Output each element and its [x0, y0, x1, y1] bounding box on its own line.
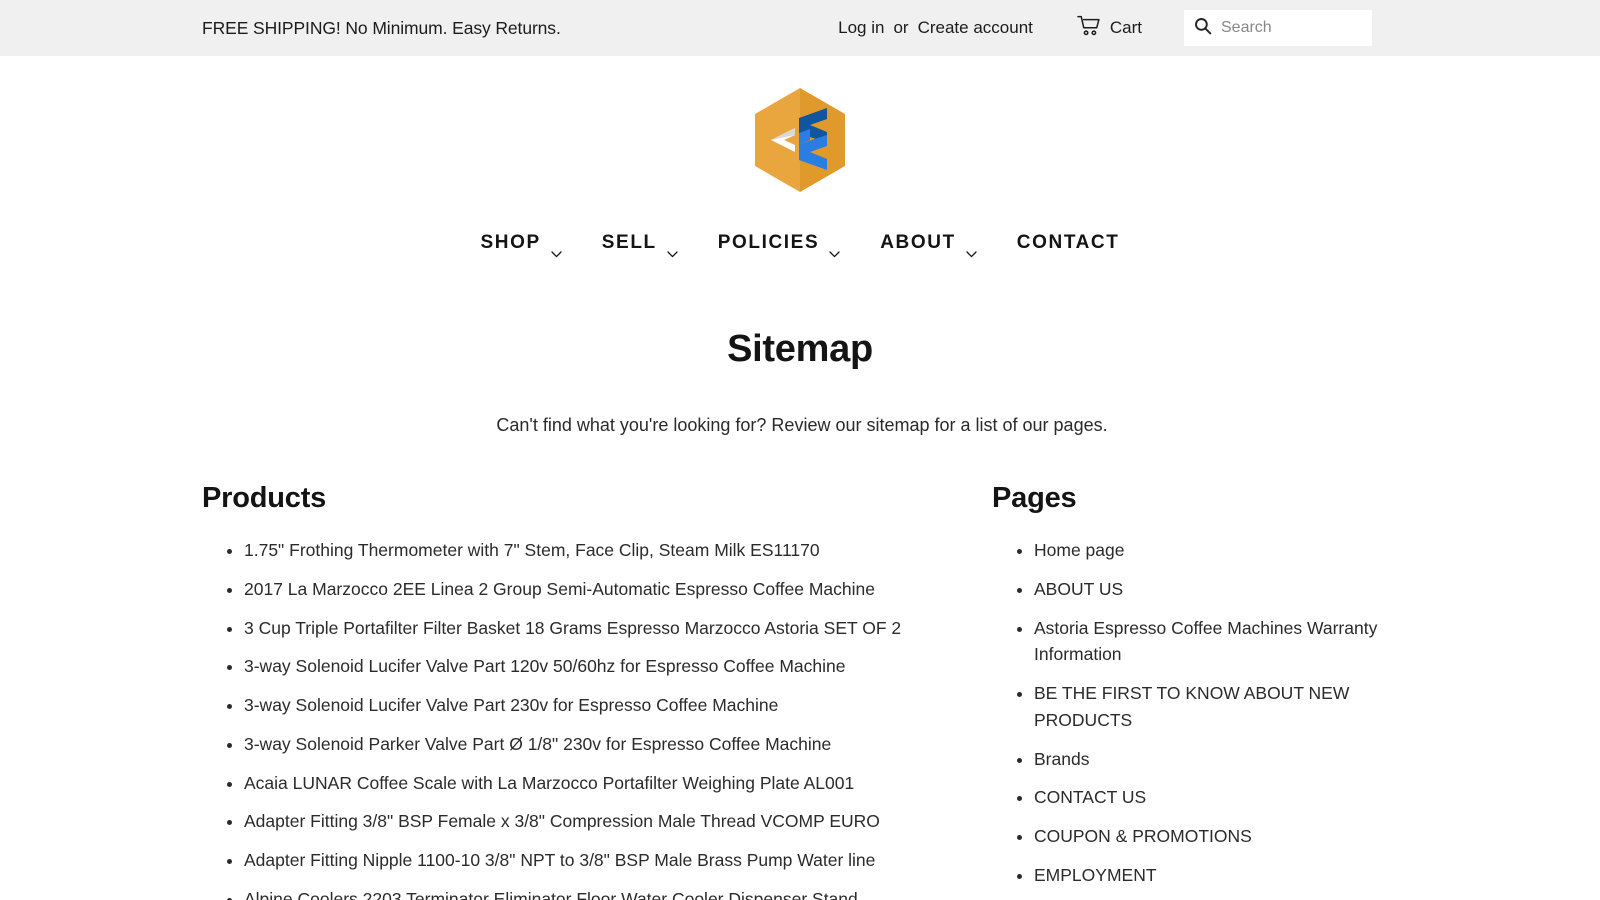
cart-button[interactable]: Cart — [1077, 15, 1142, 41]
page-link[interactable]: ABOUT US — [1034, 579, 1123, 599]
chevron-down-icon — [551, 242, 562, 257]
site-logo[interactable] — [755, 88, 845, 192]
products-column: Products 1.75" Frothing Thermometer with… — [202, 482, 992, 900]
cart-label: Cart — [1109, 18, 1142, 37]
page-link[interactable]: Brands — [1034, 749, 1089, 769]
chevron-down-icon — [829, 242, 840, 257]
page-link[interactable]: BE THE FIRST TO KNOW ABOUT NEW PRODUCTS — [1034, 683, 1349, 730]
list-item[interactable]: 3-way Solenoid Lucifer Valve Part 230v f… — [244, 692, 992, 719]
list-item[interactable]: 3-way Solenoid Lucifer Valve Part 120v 5… — [244, 653, 992, 680]
page-link[interactable]: EMPLOYMENT — [1034, 865, 1157, 885]
product-link[interactable]: Acaia LUNAR Coffee Scale with La Marzocc… — [244, 773, 854, 793]
product-link[interactable]: Adapter Fitting Nipple 1100-10 3/8" NPT … — [244, 850, 875, 870]
topbar-right-group: Log in or Create account Cart — [838, 0, 1372, 56]
product-link[interactable]: 3-way Solenoid Lucifer Valve Part 230v f… — [244, 695, 778, 715]
products-heading: Products — [202, 482, 327, 514]
list-item[interactable]: Adapter Fitting 3/8" BSP Female x 3/8" C… — [244, 808, 992, 835]
product-link[interactable]: Adapter Fitting 3/8" BSP Female x 3/8" C… — [244, 811, 880, 831]
product-link[interactable]: 3-way Solenoid Parker Valve Part Ø 1/8" … — [244, 734, 831, 754]
chevron-down-icon — [966, 242, 977, 257]
announcement-bar: FREE SHIPPING! No Minimum. Easy Returns.… — [0, 0, 1600, 56]
list-item[interactable]: 2017 La Marzocco 2EE Linea 2 Group Semi-… — [244, 576, 992, 603]
list-item[interactable]: 1.75" Frothing Thermometer with 7" Stem,… — [244, 537, 992, 564]
list-item[interactable]: COUPON & PROMOTIONS — [1034, 823, 1398, 850]
or-separator: or — [893, 18, 909, 37]
page-link[interactable]: Astoria Espresso Coffee Machines Warrant… — [1034, 618, 1377, 665]
list-item[interactable]: Alpine Coolers 2203 Terminator Eliminato… — [244, 886, 992, 900]
page-link[interactable]: Home page — [1034, 540, 1124, 560]
logo-area — [0, 56, 1600, 206]
page-subtitle: Can't find what you're looking for? Revi… — [496, 415, 1108, 435]
nav-item-contact[interactable]: CONTACT — [1017, 226, 1120, 260]
nav-item-sell-label: SELL — [601, 232, 657, 253]
nav-item-policies[interactable]: POLICIES — [718, 226, 840, 260]
chevron-down-icon — [667, 242, 678, 257]
product-link[interactable]: 1.75" Frothing Thermometer with 7" Stem,… — [244, 540, 820, 560]
product-link[interactable]: 2017 La Marzocco 2EE Linea 2 Group Semi-… — [244, 579, 875, 599]
shopping-cart-icon — [1077, 15, 1101, 41]
nav-item-shop-label: SHOP — [480, 232, 541, 253]
list-item[interactable]: Acaia LUNAR Coffee Scale with La Marzocc… — [244, 770, 992, 797]
product-link[interactable]: 3 Cup Triple Portafilter Filter Basket 1… — [244, 618, 901, 638]
search-box[interactable] — [1184, 10, 1372, 46]
page-link[interactable]: COUPON & PROMOTIONS — [1034, 826, 1252, 846]
pages-column: Pages Home page ABOUT US Astoria Espress… — [992, 482, 1398, 900]
list-item[interactable]: Adapter Fitting Nipple 1100-10 3/8" NPT … — [244, 847, 992, 874]
list-item[interactable]: ABOUT US — [1034, 576, 1398, 603]
list-item[interactable]: BE THE FIRST TO KNOW ABOUT NEW PRODUCTS — [1034, 680, 1398, 734]
sitemap-columns: Products 1.75" Frothing Thermometer with… — [0, 482, 1600, 900]
search-icon — [1194, 17, 1212, 40]
search-input[interactable] — [1221, 19, 1362, 37]
page-title: Sitemap — [727, 328, 873, 370]
create-account-link[interactable]: Create account — [918, 18, 1033, 38]
nav-item-about[interactable]: ABOUT — [880, 226, 977, 260]
main-navigation: SHOP SELL POLICIES ABOUT CONTACT — [0, 226, 1600, 260]
nav-item-about-label: ABOUT — [880, 232, 956, 253]
login-link[interactable]: Log in — [838, 18, 884, 38]
pages-list: Home page ABOUT US Astoria Espresso Coff… — [992, 537, 1398, 900]
list-item[interactable]: 3-way Solenoid Parker Valve Part Ø 1/8" … — [244, 731, 992, 758]
nav-item-shop[interactable]: SHOP — [481, 226, 562, 260]
list-item[interactable]: CONTACT US — [1034, 784, 1398, 811]
list-item[interactable]: 3 Cup Triple Portafilter Filter Basket 1… — [244, 615, 992, 642]
list-item[interactable]: EMPLOYMENT — [1034, 862, 1398, 889]
pages-heading: Pages — [992, 482, 1077, 514]
product-link[interactable]: Alpine Coolers 2203 Terminator Eliminato… — [244, 889, 858, 900]
list-item[interactable]: Brands — [1034, 746, 1398, 773]
nav-item-policies-label: POLICIES — [717, 232, 820, 253]
products-list: 1.75" Frothing Thermometer with 7" Stem,… — [202, 537, 992, 900]
page-header: Sitemap Can't find what you're looking f… — [0, 328, 1600, 436]
shipping-message: FREE SHIPPING! No Minimum. Easy Returns. — [202, 17, 561, 38]
list-item[interactable]: Home page — [1034, 537, 1398, 564]
page-link[interactable]: CONTACT US — [1034, 787, 1146, 807]
product-link[interactable]: 3-way Solenoid Lucifer Valve Part 120v 5… — [244, 656, 846, 676]
nav-item-sell[interactable]: SELL — [602, 226, 678, 260]
list-item[interactable]: Astoria Espresso Coffee Machines Warrant… — [1034, 615, 1398, 669]
nav-item-contact-label: CONTACT — [1016, 232, 1120, 253]
